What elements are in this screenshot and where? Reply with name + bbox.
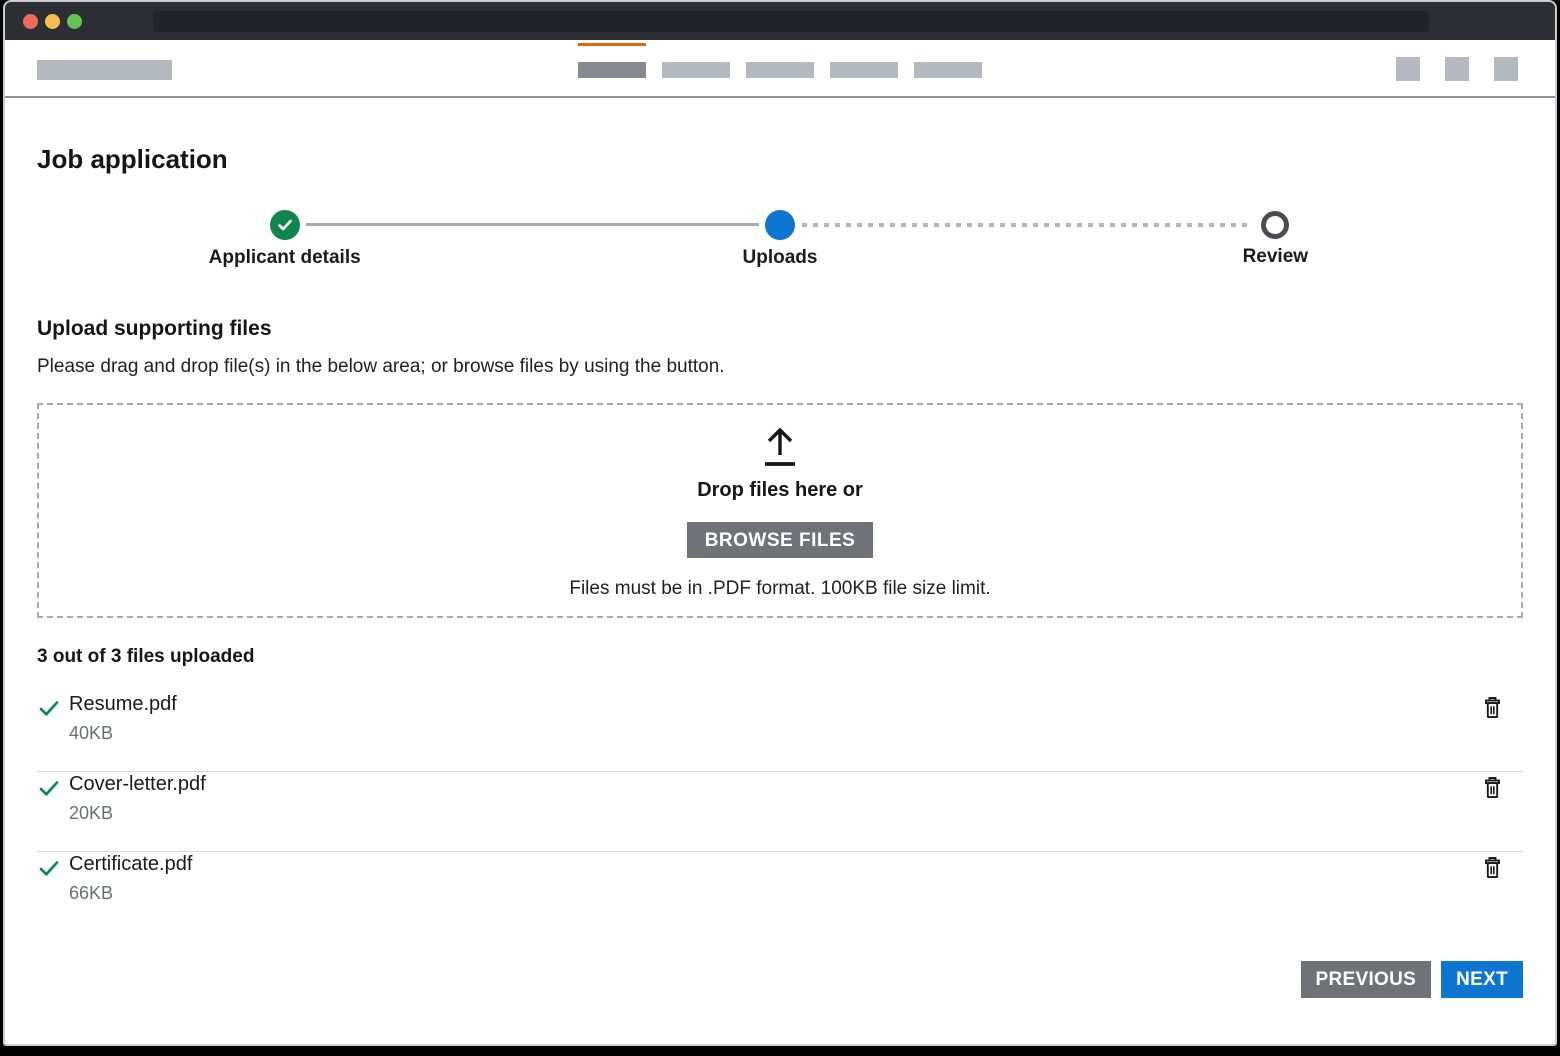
files-uploaded-summary: 3 out of 3 files uploaded <box>37 646 1523 668</box>
file-success-check-icon <box>37 776 61 800</box>
file-name: Cover-letter.pdf <box>69 772 206 796</box>
close-window-button[interactable] <box>23 14 38 29</box>
file-row: Resume.pdf 40KB <box>37 692 1523 772</box>
nav-icon-3[interactable] <box>1494 57 1518 81</box>
drop-files-text: Drop files here or <box>697 479 863 502</box>
nav-item-2[interactable] <box>662 40 730 96</box>
wizard-footer: PREVIOUS NEXT <box>37 961 1523 1042</box>
zoom-window-button[interactable] <box>67 14 82 29</box>
file-success-check-icon <box>37 856 61 880</box>
nav-action-icons <box>1396 57 1518 81</box>
logo-placeholder <box>37 60 172 80</box>
file-dropzone[interactable]: Drop files here or BROWSE FILES Files mu… <box>37 403 1523 618</box>
step-active-icon <box>765 210 795 240</box>
trash-icon <box>1482 776 1503 800</box>
site-navbar <box>5 40 1555 98</box>
address-bar[interactable] <box>153 11 1429 32</box>
minimize-window-button[interactable] <box>45 14 60 29</box>
nav-icon-2[interactable] <box>1445 57 1469 81</box>
nav-icon-1[interactable] <box>1396 57 1420 81</box>
file-size: 40KB <box>69 723 177 744</box>
file-restrictions-text: Files must be in .PDF format. 100KB file… <box>569 578 990 600</box>
upload-section-heading: Upload supporting files <box>37 316 1523 342</box>
active-tab-indicator <box>578 43 646 46</box>
step-upcoming-icon <box>1261 211 1289 239</box>
file-name: Certificate.pdf <box>69 852 192 876</box>
file-size: 66KB <box>69 883 192 904</box>
step-label: Uploads <box>743 247 818 269</box>
nav-item-5[interactable] <box>914 40 982 96</box>
page-title: Job application <box>37 144 1523 174</box>
nav-item-4[interactable] <box>830 40 898 96</box>
file-name: Resume.pdf <box>69 692 177 716</box>
next-button[interactable]: NEXT <box>1441 961 1523 998</box>
stepper-line-completed <box>306 223 759 226</box>
previous-button[interactable]: PREVIOUS <box>1301 961 1432 998</box>
progress-stepper: Applicant details Uploads Review <box>37 210 1523 272</box>
page-content: Job application Applicant details Upload… <box>5 144 1555 1042</box>
delete-file-button[interactable] <box>1480 854 1505 885</box>
step-label: Review <box>1243 246 1308 268</box>
trash-icon <box>1482 856 1503 880</box>
step-applicant-details[interactable]: Applicant details <box>37 210 532 269</box>
step-label: Applicant details <box>209 247 361 269</box>
step-completed-icon <box>270 210 300 240</box>
file-row: Certificate.pdf 66KB <box>37 852 1523 932</box>
file-row: Cover-letter.pdf 20KB <box>37 772 1523 852</box>
browse-files-button[interactable]: BROWSE FILES <box>687 522 874 558</box>
uploaded-file-list: Resume.pdf 40KB C <box>37 692 1523 932</box>
step-review[interactable]: Review <box>1028 210 1523 269</box>
step-uploads[interactable]: Uploads <box>532 210 1027 269</box>
nav-item-1-active[interactable] <box>578 40 646 96</box>
delete-file-button[interactable] <box>1480 774 1505 805</box>
delete-file-button[interactable] <box>1480 694 1505 725</box>
check-icon <box>276 216 294 234</box>
browser-titlebar <box>5 2 1555 40</box>
nav-item-3[interactable] <box>746 40 814 96</box>
upload-instructions: Please drag and drop file(s) in the belo… <box>37 355 1523 379</box>
trash-icon <box>1482 696 1503 720</box>
upload-icon <box>756 421 804 469</box>
file-size: 20KB <box>69 803 206 824</box>
browser-window: Job application Applicant details Upload… <box>3 0 1557 1046</box>
file-success-check-icon <box>37 696 61 720</box>
stepper-line-upcoming <box>802 223 1253 227</box>
nav-items <box>578 40 982 96</box>
